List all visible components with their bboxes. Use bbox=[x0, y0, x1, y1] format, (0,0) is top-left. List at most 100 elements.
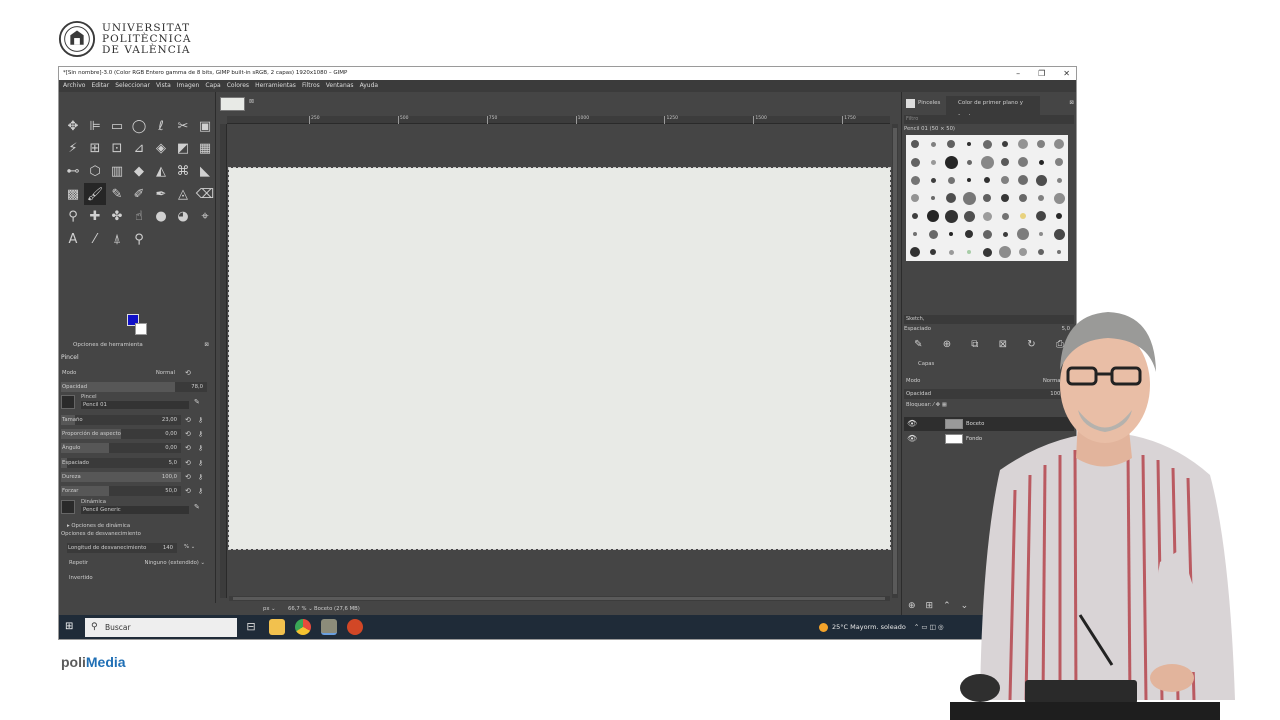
brush-thumb[interactable] bbox=[946, 193, 956, 203]
param-reset-icon[interactable]: ⟲ bbox=[185, 415, 191, 425]
brush-thumb[interactable] bbox=[1055, 158, 1063, 166]
brush-thumb[interactable] bbox=[1053, 192, 1065, 204]
brush-thumb[interactable] bbox=[982, 211, 992, 221]
brush-thumb[interactable] bbox=[965, 230, 973, 238]
brush-thumb[interactable] bbox=[967, 250, 971, 254]
brush-thumb[interactable] bbox=[930, 249, 936, 255]
param-slider[interactable]: Ángulo 0,00 bbox=[61, 443, 181, 453]
brush-thumb[interactable] bbox=[1019, 248, 1027, 256]
dynamics-selector[interactable]: Dinámica Pencil Generic bbox=[61, 499, 191, 515]
perspective-clone-tool[interactable]: ✤ bbox=[106, 205, 128, 228]
fuzzy-select-tool[interactable]: ⚡ bbox=[62, 138, 84, 161]
brush-selector[interactable]: Pincel Pencil 01 bbox=[61, 394, 191, 410]
mode-row[interactable]: Modo Normal bbox=[61, 368, 179, 378]
brush-thumb[interactable] bbox=[984, 177, 990, 183]
text-tool[interactable]: A bbox=[62, 228, 84, 251]
dock-menu-icon[interactable]: ⊠ bbox=[1069, 96, 1074, 110]
brush-thumb[interactable] bbox=[982, 229, 992, 239]
brush-thumb[interactable] bbox=[1018, 157, 1028, 167]
heal-tool[interactable]: ✚ bbox=[84, 205, 106, 228]
path-tool[interactable]: ⌘ bbox=[172, 160, 194, 183]
brush-thumb[interactable] bbox=[910, 247, 920, 257]
brush-thumb[interactable] bbox=[947, 140, 955, 148]
inverted-checkbox[interactable]: Invertido bbox=[61, 574, 93, 582]
menu-herramientas[interactable]: Herramientas bbox=[255, 80, 296, 92]
param-reset-icon[interactable]: ⟲ bbox=[185, 486, 191, 496]
gimp-taskbar-icon[interactable] bbox=[321, 619, 337, 635]
brush-thumb[interactable] bbox=[1018, 175, 1028, 185]
airbrush-tool[interactable]: ✐ bbox=[128, 183, 150, 206]
mypaint-brush-tool[interactable]: ◬ bbox=[172, 183, 194, 206]
brush-thumb[interactable] bbox=[980, 155, 994, 169]
mode-value[interactable]: Normal bbox=[156, 368, 175, 378]
cage-transform-tool[interactable]: ▦ bbox=[194, 138, 215, 161]
param-link-icon[interactable]: ⚷ bbox=[198, 458, 203, 468]
text-style-tool[interactable]: ◣ bbox=[194, 160, 215, 183]
brush-thumb[interactable] bbox=[1018, 139, 1028, 149]
free-select-tool[interactable]: ℓ bbox=[150, 115, 172, 138]
menu-editar[interactable]: Editar bbox=[91, 80, 109, 92]
scissors-tool[interactable]: ✂ bbox=[172, 115, 194, 138]
image-canvas[interactable] bbox=[228, 167, 891, 550]
brush-thumb[interactable] bbox=[927, 210, 939, 222]
brush-thumb[interactable] bbox=[999, 246, 1011, 258]
param-reset-icon[interactable]: ⟲ bbox=[185, 472, 191, 482]
brush-thumb[interactable] bbox=[948, 249, 954, 255]
menu-vista[interactable]: Vista bbox=[156, 80, 171, 92]
brush-thumb[interactable] bbox=[930, 159, 936, 165]
brush-thumb[interactable] bbox=[1056, 177, 1062, 183]
brush-thumb[interactable] bbox=[1038, 159, 1044, 165]
param-slider[interactable]: Tamaño 23,00 bbox=[61, 415, 181, 425]
image-tab-thumbnail[interactable] bbox=[220, 97, 245, 111]
3d-transform-tool[interactable]: ▥ bbox=[106, 160, 128, 183]
brush-thumb[interactable] bbox=[963, 210, 975, 222]
brush-thumb[interactable] bbox=[944, 155, 958, 169]
param-reset-icon[interactable]: ⟲ bbox=[185, 429, 191, 439]
brush-thumb[interactable] bbox=[983, 194, 991, 202]
paths-tool[interactable]: ⌖ bbox=[194, 205, 215, 228]
eraser-tool[interactable]: ⌫ bbox=[194, 183, 215, 206]
brush-thumb[interactable] bbox=[967, 178, 971, 182]
taskbar-search[interactable]: ⚲ Buscar bbox=[85, 618, 237, 637]
brush-thumb[interactable] bbox=[1017, 228, 1029, 240]
horizontal-scrollbar[interactable] bbox=[229, 596, 890, 601]
brush-thumb[interactable] bbox=[949, 232, 953, 236]
param-slider[interactable]: Forzar 50,0 bbox=[61, 486, 181, 496]
param-link-icon[interactable]: ⚷ bbox=[198, 486, 203, 496]
crop-tool[interactable]: ⊡ bbox=[106, 138, 128, 161]
close-button[interactable]: ✕ bbox=[1063, 67, 1070, 80]
handle-transform-tool[interactable]: ⊷ bbox=[62, 160, 84, 183]
param-link-icon[interactable]: ⚷ bbox=[198, 443, 203, 453]
brush-value[interactable]: Pencil 01 bbox=[81, 401, 189, 409]
move-tool[interactable]: ✥ bbox=[62, 115, 84, 138]
rect-select-tool[interactable]: ▭ bbox=[106, 115, 128, 138]
brush-thumb[interactable] bbox=[1037, 140, 1045, 148]
param-slider[interactable]: Espaciado 5,0 bbox=[61, 458, 181, 468]
brush-thumb[interactable] bbox=[1038, 195, 1044, 201]
brush-filter-input[interactable]: Filtro bbox=[904, 115, 1074, 124]
param-slider[interactable]: Proporción de aspecto 0,00 bbox=[61, 429, 181, 439]
brush-thumb[interactable] bbox=[1054, 139, 1064, 149]
bucket-fill-tool[interactable]: ◆ bbox=[128, 160, 150, 183]
brush-thumb[interactable] bbox=[911, 194, 919, 202]
dynamics-options-expander[interactable]: ▸ Opciones de dinámica bbox=[61, 522, 130, 530]
brush-thumb[interactable] bbox=[1019, 194, 1027, 202]
menu-imagen[interactable]: Imagen bbox=[177, 80, 200, 92]
brush-thumb[interactable] bbox=[911, 140, 919, 148]
align-tool[interactable]: ⊫ bbox=[84, 115, 106, 138]
brush-thumb[interactable] bbox=[982, 247, 992, 257]
dynamics-value[interactable]: Pencil Generic bbox=[81, 506, 189, 514]
brush-thumb[interactable] bbox=[947, 176, 955, 184]
brush-thumb[interactable] bbox=[1001, 176, 1009, 184]
brush-thumb[interactable] bbox=[910, 157, 920, 167]
edit-dynamics-icon[interactable]: ✎ bbox=[194, 502, 200, 512]
param-link-icon[interactable]: ⚷ bbox=[198, 472, 203, 482]
perspective-tool[interactable]: ⬡ bbox=[84, 160, 106, 183]
menu-seleccionar[interactable]: Seleccionar bbox=[115, 80, 150, 92]
opacity-slider[interactable]: Opacidad 78,0 bbox=[61, 382, 207, 392]
ink-tool[interactable]: ✒ bbox=[150, 183, 172, 206]
param-reset-icon[interactable]: ⟲ bbox=[185, 443, 191, 453]
task-view-icon[interactable]: ⊟ bbox=[243, 619, 259, 635]
menu-colores[interactable]: Colores bbox=[227, 80, 249, 92]
warp-transform-tool[interactable]: ◈ bbox=[150, 138, 172, 161]
